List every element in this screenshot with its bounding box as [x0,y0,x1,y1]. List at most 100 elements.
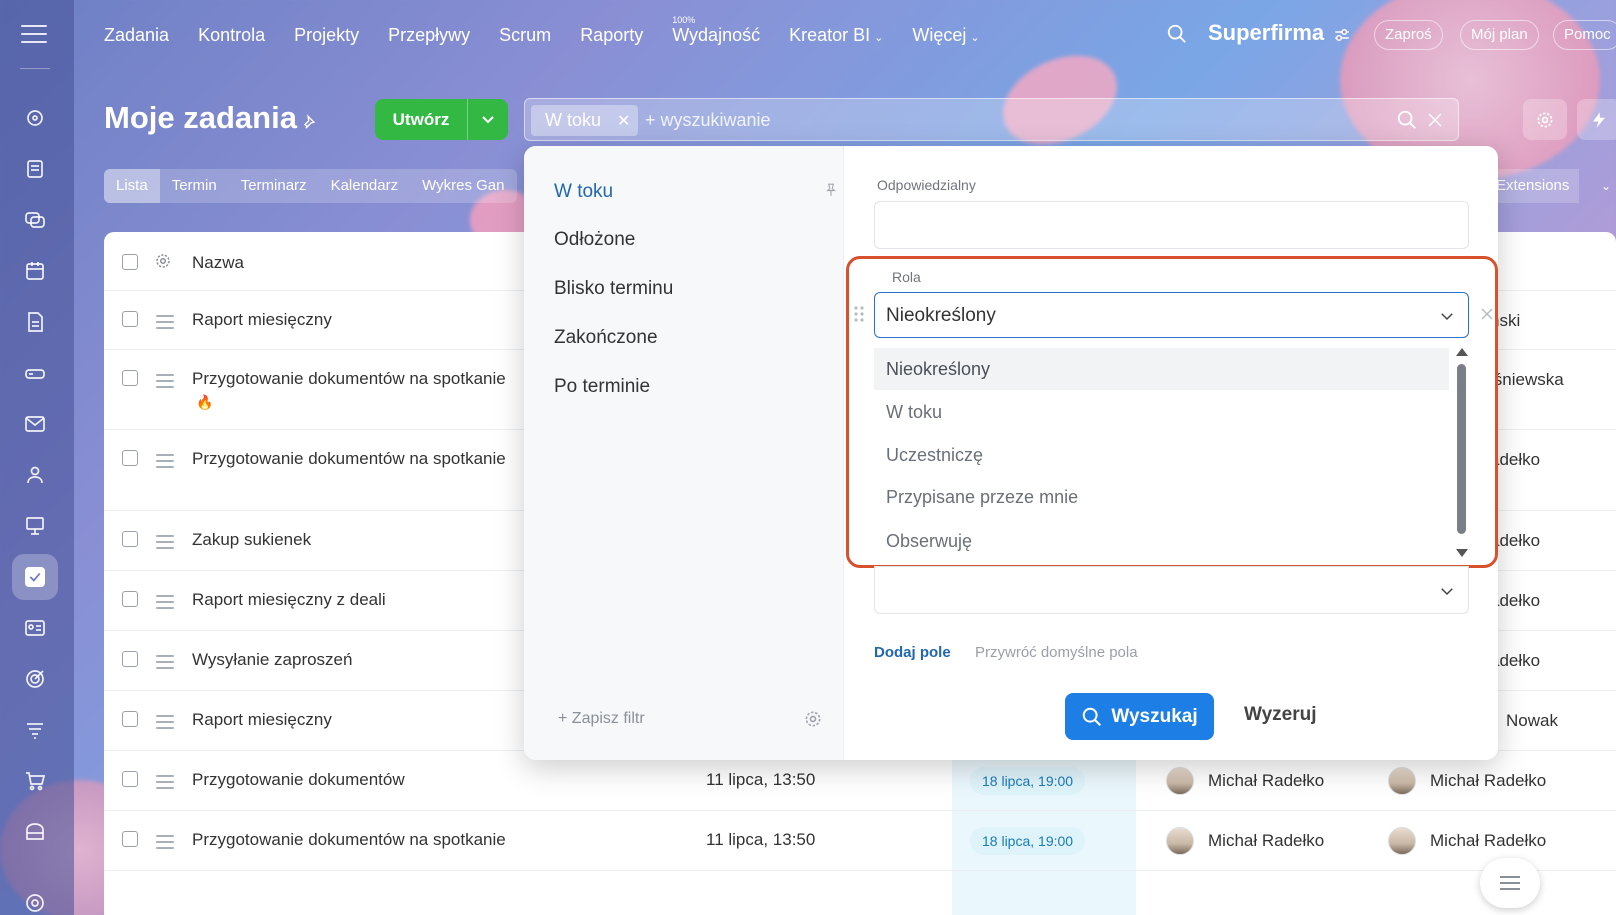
preset-zakonczone[interactable]: Zakończone [554,327,658,349]
row-checkbox[interactable] [122,711,138,727]
automation-button[interactable] [1577,99,1616,140]
nav-item-raporty[interactable]: Raporty [580,25,643,46]
responsible[interactable]: Michał Radełko [1388,767,1546,795]
drag-handle-icon[interactable] [156,835,174,853]
drag-handle-icon[interactable] [156,315,174,333]
role-option[interactable]: Obserwuję [874,520,1449,556]
nav-item-wydajnosc[interactable]: 100% Wydajność [672,15,760,46]
deadline-badge[interactable]: 18 lipca, 19:00 [970,827,1086,855]
row-checkbox[interactable] [122,370,138,386]
responsible[interactable]: Michał Radełko [1388,827,1546,855]
tab-wykres-gantta[interactable]: Wykres Gan [410,169,516,203]
chevron-down-icon[interactable] [468,115,508,125]
tasks-icon[interactable] [12,554,58,600]
search-placeholder[interactable]: + wyszukiwanie [645,110,771,131]
drag-handle-icon[interactable] [156,595,174,613]
task-name[interactable]: Przygotowanie dokumentów [192,770,405,790]
tab-kalendarz[interactable]: Kalendarz [319,169,411,203]
settings-button[interactable] [1523,99,1567,140]
task-name[interactable]: Wysyłanie zaproszeń [192,650,352,670]
chevron-down-icon[interactable]: ⌄ [1595,169,1616,203]
task-name[interactable]: Raport miesięczny z deali [192,590,386,610]
scroll-up-arrow[interactable] [1456,348,1468,356]
task-name[interactable]: Przygotowanie dokumentów na spotkanie [192,830,506,850]
scrollbar-thumb[interactable] [1457,364,1466,534]
drag-handle-icon[interactable] [156,454,174,472]
clear-icon[interactable] [1426,111,1444,129]
remove-field-icon[interactable] [1481,308,1493,320]
search-button[interactable]: Wyszukaj [1065,693,1214,740]
role-option[interactable]: Nieokreślony [874,348,1449,390]
drag-handle-icon[interactable] [156,535,174,553]
gear-icon[interactable] [154,252,172,270]
drag-handle-icon[interactable] [156,374,174,392]
task-name[interactable]: Raport miesięczny [192,710,332,730]
users-icon[interactable] [12,452,58,498]
feed-icon[interactable] [12,95,58,141]
tab-lista[interactable]: Lista [104,169,160,203]
save-filter-button[interactable]: + Zapisz filtr [558,710,645,728]
add-field-link[interactable]: Dodaj pole [874,644,951,661]
drive-icon[interactable] [12,350,58,396]
filter-chip[interactable]: W toku ✕ [531,105,639,136]
row-checkbox[interactable] [122,831,138,847]
cart-icon[interactable] [12,758,58,804]
reset-button[interactable]: Wyzeruj [1244,704,1317,726]
tab-terminarz[interactable]: Terminarz [229,169,319,203]
preset-blisko-terminu[interactable]: Blisko terminu [554,278,673,300]
search-icon[interactable] [1166,23,1188,45]
restore-default-fields-link[interactable]: Przywróć domyślne pola [975,644,1138,661]
task-name[interactable]: Przygotowanie dokumentów na spotkanie [192,369,506,389]
column-header-name[interactable]: Nazwa [192,253,244,273]
drag-handle-icon[interactable] [156,775,174,793]
news-icon[interactable] [12,146,58,192]
row-checkbox[interactable] [122,531,138,547]
close-icon[interactable]: ✕ [617,111,630,131]
gear-icon[interactable] [803,709,823,729]
menu-icon[interactable] [21,25,47,43]
help-button[interactable]: Pomoc [1553,20,1616,50]
target-icon[interactable] [12,656,58,702]
role-select[interactable]: Nieokreślony [874,292,1469,338]
store-icon[interactable] [12,809,58,855]
invite-button[interactable]: Zaproś [1374,20,1443,50]
nav-item-przeplywy[interactable]: Przepływy [388,25,470,46]
role-option[interactable]: Przypisane przeze mnie [874,476,1449,518]
creator[interactable]: Michał Radełko [1166,827,1324,855]
responsible-name[interactable]: iśniewska [1490,370,1564,390]
extensions-tab[interactable]: Extensions [1486,169,1580,203]
calendar-icon[interactable] [12,248,58,294]
chat-icon[interactable] [12,197,58,243]
role-option[interactable]: Uczestniczę [874,434,1449,476]
create-button[interactable]: Utwórz [375,99,508,140]
brand-name[interactable]: Superfirma [1208,20,1324,46]
task-name[interactable]: Zakup sukienek [192,530,311,550]
nav-item-wiecej[interactable]: Więcej ⌄ [912,25,979,46]
presentation-icon[interactable] [12,503,58,549]
nav-item-kreator-bi[interactable]: Kreator BI ⌄ [789,25,883,46]
responsible-name[interactable]: Nowak [1506,711,1558,731]
settings-icon[interactable] [12,880,58,915]
my-plan-button[interactable]: Mój plan [1460,20,1539,50]
table-row[interactable]: Przygotowanie dokumentów 11 lipca, 13:50… [104,751,1616,811]
deadline-badge[interactable]: 18 lipca, 19:00 [970,767,1086,795]
task-name[interactable]: Raport miesięczny [192,310,332,330]
nav-item-zadania[interactable]: Zadania [104,25,169,46]
row-checkbox[interactable] [122,771,138,787]
filter-search-bar[interactable]: W toku ✕ + wyszukiwanie [524,98,1459,141]
drag-handle-icon[interactable] [852,304,866,324]
select-all-checkbox[interactable] [122,254,138,270]
nav-item-scrum[interactable]: Scrum [499,25,551,46]
table-row[interactable]: Przygotowanie dokumentów na spotkanie 11… [104,811,1616,871]
drag-handle-icon[interactable] [156,655,174,673]
pin-icon[interactable] [824,183,838,197]
scroll-down-arrow[interactable] [1456,549,1468,557]
document-icon[interactable] [12,299,58,345]
row-checkbox[interactable] [122,591,138,607]
role-option[interactable]: W toku [874,391,1449,433]
row-checkbox[interactable] [122,651,138,667]
sliders-icon[interactable] [1333,26,1351,44]
next-field-select[interactable] [874,566,1469,614]
row-checkbox[interactable] [122,450,138,466]
crm-icon[interactable] [12,605,58,651]
